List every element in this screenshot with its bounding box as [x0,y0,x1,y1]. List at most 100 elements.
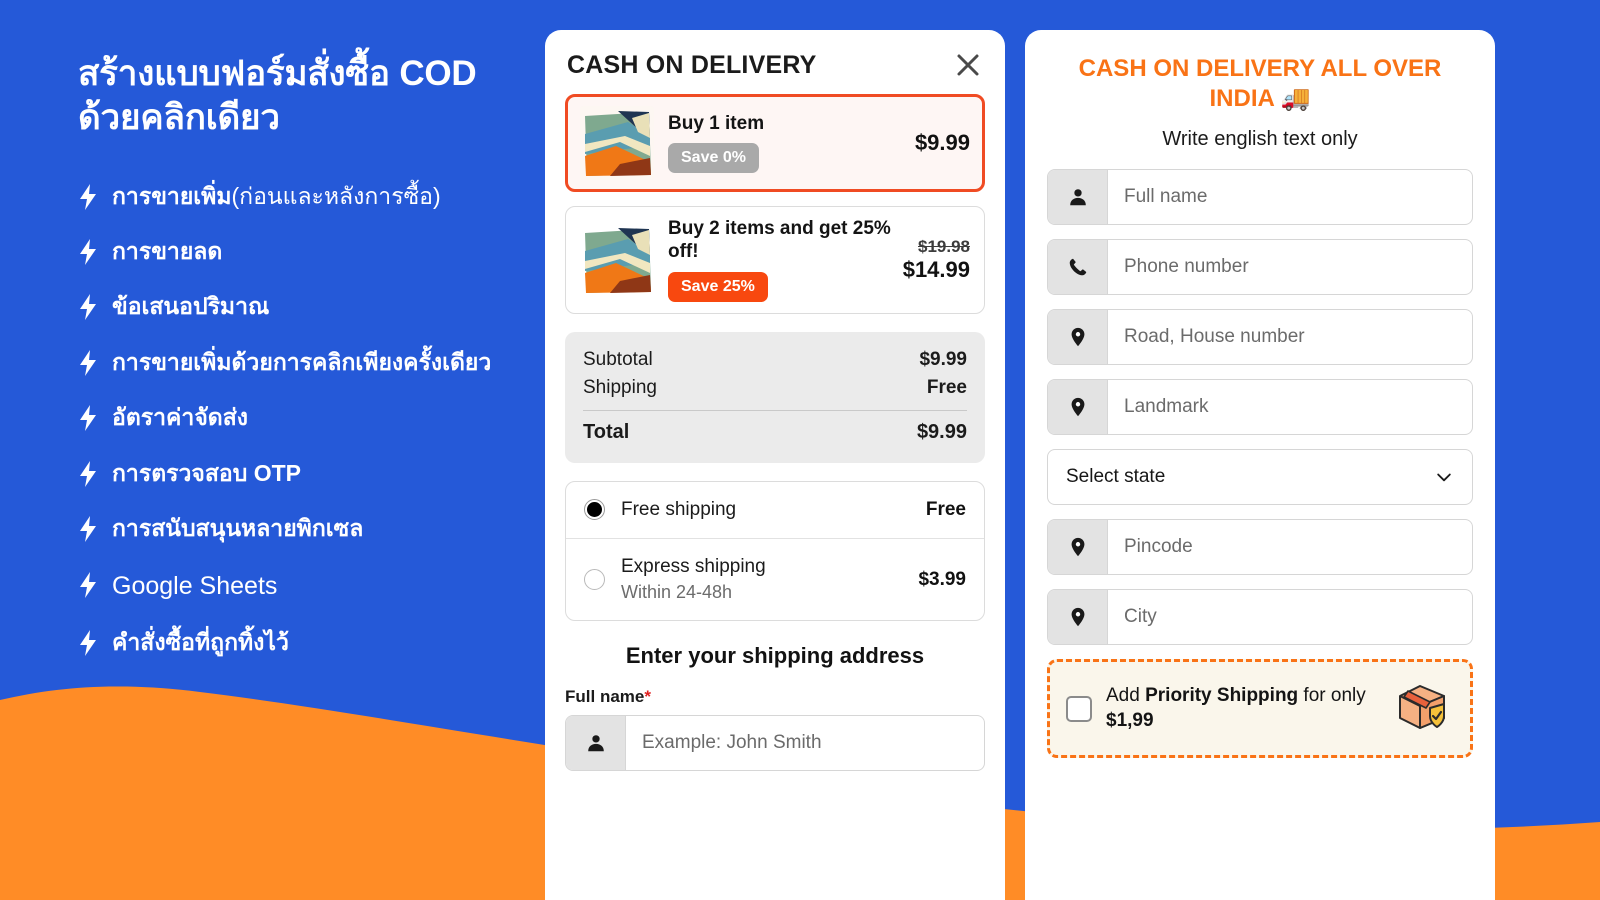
location-icon [1048,590,1108,644]
bolt-icon [80,405,96,432]
offer-card-2[interactable]: Buy 2 items and get 25% off! Save 25% $1… [565,206,985,314]
feature-label: การขายเพิ่มด้วยการคลิกเพียงครั้งเดียว [112,348,492,375]
total-row: Total $9.99 [583,411,967,447]
priority-shipping-checkbox[interactable] [1066,695,1092,722]
shipping-value: Free [926,376,967,398]
offer-price-original: $19.98 [918,236,970,256]
list-item: การสนับสนุนหลายพิกเซล [78,514,505,543]
package-shield-icon [1392,678,1454,739]
cash-on-delivery-modal: CASH ON DELIVERY Buy 1 item Save 0% $9.9… [545,30,1005,900]
feature-label: การตรวจสอบ OTP [112,459,301,486]
list-item: อัตราค่าจัดส่ง [78,403,505,432]
order-summary: Subtotal $9.99 Shipping Free Total $9.99 [565,331,985,463]
bolt-icon [80,571,96,598]
total-value: $9.99 [916,420,967,443]
offer-title: Buy 1 item [668,112,765,134]
fullname-input[interactable]: Example: John Smith [626,716,984,770]
radio-express-shipping[interactable] [584,569,605,591]
left-marketing-panel: สร้างแบบฟอร์มสั่งซื้อ COD ด้วยคลิกเดียว … [0,0,545,900]
radio-free-shipping[interactable] [584,499,605,521]
subtotal-value: $9.99 [919,348,967,370]
shipping-option-express[interactable]: Express shipping Within 24-48h $3.99 [566,538,984,620]
bolt-icon [80,294,96,321]
pincode-input[interactable]: Pincode [1108,520,1472,574]
location-icon [1048,520,1108,574]
shipping-option-price: Free [925,498,966,520]
shipping-option-free[interactable]: Free shipping Free [566,482,984,539]
fullname-label: Full name* [565,687,651,707]
list-item: การขายลด [78,237,505,266]
person-icon [566,716,626,771]
total-label: Total [583,420,630,443]
feature-label: การสนับสนุนหลายพิกเซล [112,515,364,542]
bolt-icon [80,349,96,376]
feature-label: ข้อเสนอปริมาณ [112,293,270,320]
phone-icon [1048,240,1108,294]
product-thumbnail [580,222,654,297]
fullname-input[interactable]: Full name [1108,170,1472,224]
bolt-icon [80,238,96,265]
save-badge: Save 0% [668,143,759,174]
bolt-icon [80,516,96,543]
close-icon [957,54,979,76]
landmark-field[interactable]: Landmark [1047,379,1473,435]
bolt-icon [80,183,96,210]
feature-label: อัตราค่าจัดส่ง [112,404,249,431]
shipping-label: Shipping [583,376,657,398]
state-select-value: Select state [1066,466,1166,487]
road-house-input[interactable]: Road, House number [1108,310,1472,364]
phone-field[interactable]: Phone number [1047,239,1473,295]
phone-input[interactable]: Phone number [1108,240,1472,294]
modal-header: CASH ON DELIVERY [565,30,985,94]
fullname-field[interactable]: Full name [1047,169,1473,225]
shipping-option-name: Free shipping [621,498,737,520]
list-item: ข้อเสนอปริมาณ [78,292,505,321]
priority-shipping-upsell[interactable]: Add Priority Shipping for only $1,99 [1047,659,1473,758]
list-item: การตรวจสอบ OTP [78,459,505,488]
list-item: คำสั่งซื้อที่ถูกทิ้งไว้ [78,628,505,657]
shipping-row: Shipping Free [583,374,967,402]
shipping-option-price: $3.99 [918,568,966,590]
list-item: การขายเพิ่ม(ก่อนและหลังการซื้อ) [78,182,505,211]
list-item: การขายเพิ่มด้วยการคลิกเพียงครั้งเดียว [78,348,505,377]
feature-label: การขายเพิ่ม(ก่อนและหลังการซื้อ) [112,182,441,209]
form-subtitle: Write english text only [1162,128,1358,150]
feature-label: การขายลด [112,237,223,264]
offer-body: Buy 1 item Save 0% [668,113,907,174]
pillow-image [580,222,654,297]
road-house-field[interactable]: Road, House number [1047,309,1473,365]
product-thumbnail [580,106,654,180]
fullname-input-group[interactable]: Example: John Smith [565,715,985,772]
close-button[interactable] [953,50,983,80]
modal-title: CASH ON DELIVERY [567,50,817,79]
subtotal-label: Subtotal [583,348,653,370]
offer-title: Buy 2 items and get 25% off! [668,218,891,262]
page-title: สร้างแบบฟอร์มสั่งซื้อ COD ด้วยคลิกเดียว [78,54,477,137]
shipping-option-label: Express shipping Within 24-48h [621,555,918,604]
shipping-option-sub: Within 24-48h [621,581,733,602]
feature-list: การขายเพิ่ม(ก่อนและหลังการซื้อ) การขายลด… [78,182,505,658]
city-input[interactable]: City [1108,590,1472,644]
form-title: CASH ON DELIVERY ALL OVER INDIA 🚚 [1078,55,1442,112]
chevron-down-icon [1437,473,1451,482]
page-root: สร้างแบบฟอร์มสั่งซื้อ COD ด้วยคลิกเดียว … [0,0,1600,900]
offer-price: $9.99 [907,130,970,156]
city-field[interactable]: City [1047,589,1473,645]
address-section-title: Enter your shipping address [625,643,925,669]
bolt-icon [80,460,96,487]
feature-label: Google Sheets [112,571,278,600]
cod-order-form: CASH ON DELIVERY ALL OVER INDIA 🚚 Write … [1025,30,1495,900]
person-icon [1048,170,1108,224]
save-badge: Save 25% [668,271,768,302]
offer-card-1[interactable]: Buy 1 item Save 0% $9.99 [565,94,985,192]
shipping-option-label: Free shipping [621,498,926,523]
shipping-options: Free shipping Free Express shipping With… [565,480,985,622]
bolt-icon [80,629,96,656]
location-icon [1048,310,1108,364]
location-icon [1048,380,1108,434]
pincode-field[interactable]: Pincode [1047,519,1473,575]
landmark-input[interactable]: Landmark [1108,380,1472,434]
state-select[interactable]: Select state [1047,449,1473,505]
feature-label: คำสั่งซื้อที่ถูกทิ้งไว้ [112,628,289,655]
offer-price: $19.98 $14.99 [895,237,970,283]
